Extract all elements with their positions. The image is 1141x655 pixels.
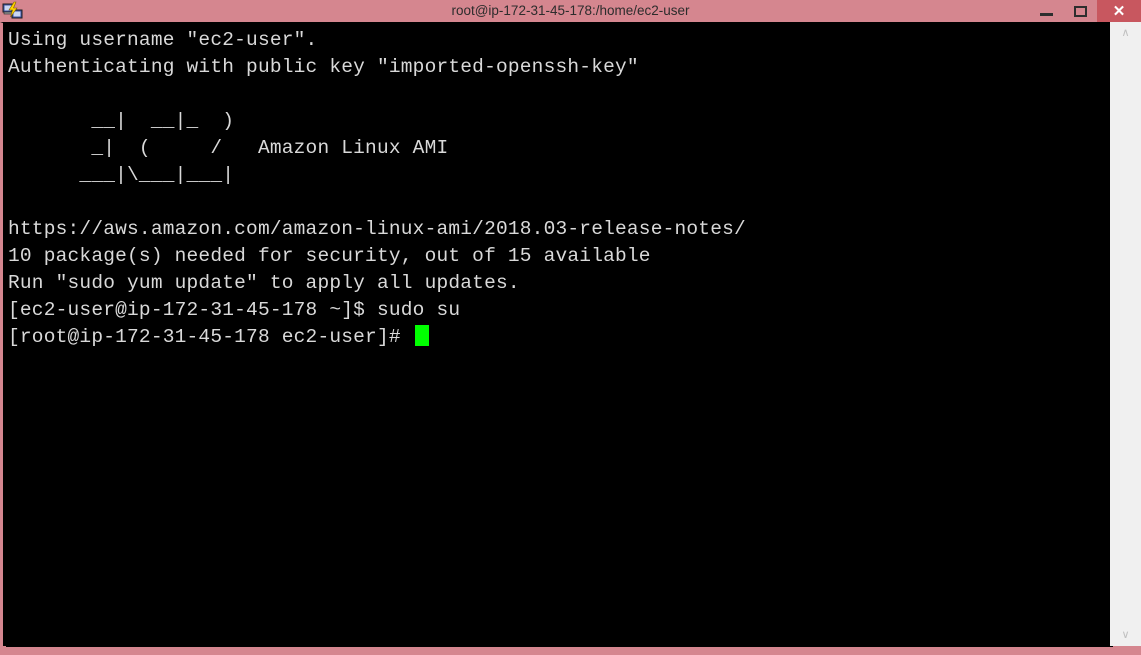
scroll-up-arrow-icon[interactable]: ∧ <box>1110 22 1141 44</box>
title-bar[interactable]: root@ip-172-31-45-178:/home/ec2-user ✕ <box>0 0 1141 22</box>
terminal-prompt-line: [root@ip-172-31-45-178 ec2-user]# <box>8 324 746 351</box>
terminal-screen[interactable]: Using username "ec2-user". Authenticatin… <box>6 24 1113 647</box>
terminal-output: Using username "ec2-user". Authenticatin… <box>8 27 746 351</box>
scroll-down-arrow-icon[interactable]: ∨ <box>1110 624 1141 646</box>
window-controls: ✕ <box>1029 0 1141 22</box>
window-title: root@ip-172-31-45-178:/home/ec2-user <box>451 3 690 18</box>
maximize-icon <box>1073 5 1087 17</box>
shell-prompt: [root@ip-172-31-45-178 ec2-user]# <box>8 326 413 348</box>
putty-terminal-window: root@ip-172-31-45-178:/home/ec2-user ✕ U… <box>0 0 1141 655</box>
minimize-icon <box>1039 12 1053 16</box>
vertical-scrollbar[interactable]: ∧ ∨ <box>1110 22 1141 646</box>
putty-icon <box>2 1 23 19</box>
minimize-button[interactable] <box>1029 0 1063 22</box>
terminal-frame: Using username "ec2-user". Authenticatin… <box>0 22 1141 655</box>
terminal-scrollback: Using username "ec2-user". Authenticatin… <box>8 29 746 321</box>
close-icon: ✕ <box>1112 2 1126 20</box>
cursor-block <box>414 325 429 346</box>
close-button[interactable]: ✕ <box>1097 0 1141 22</box>
scrollbar-track[interactable] <box>1110 44 1141 624</box>
maximize-button[interactable] <box>1063 0 1097 22</box>
